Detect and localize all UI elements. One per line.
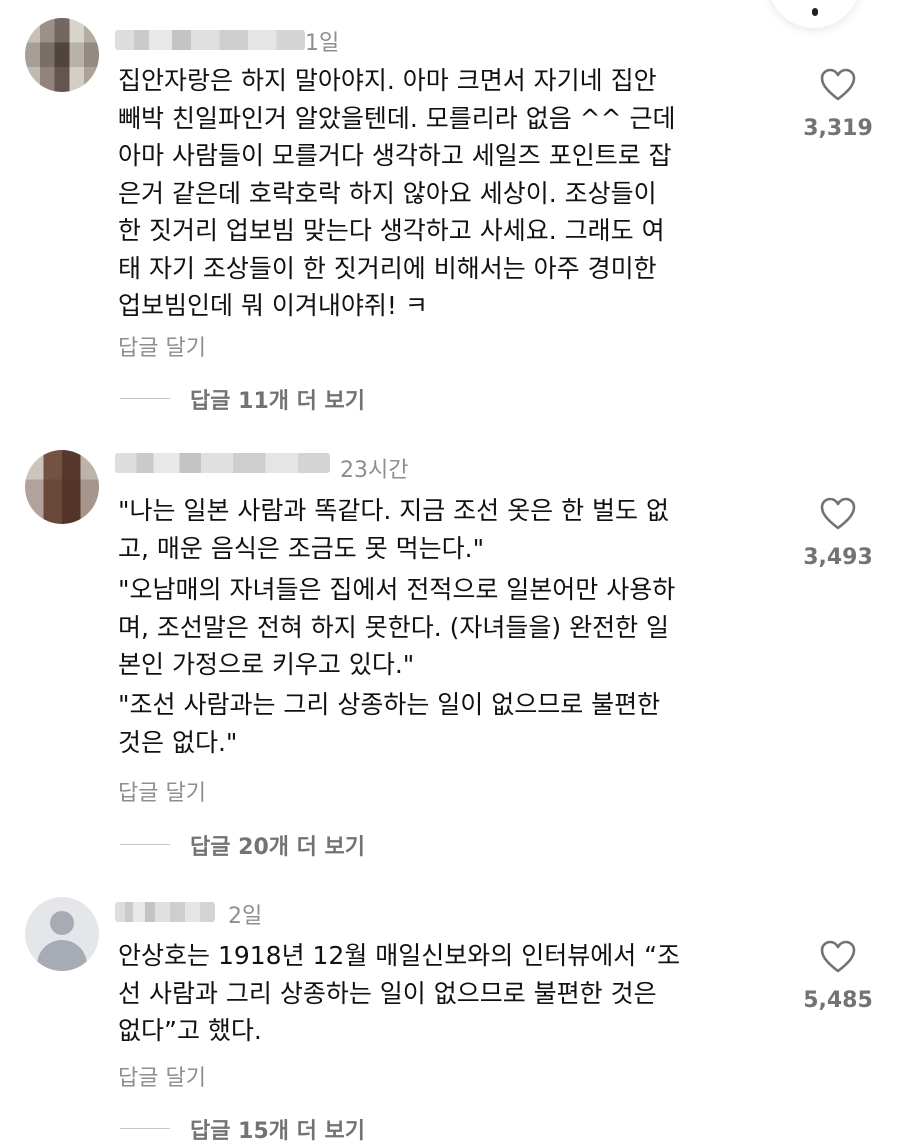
like-control: 3,493	[798, 497, 878, 570]
default-person-icon	[50, 911, 74, 935]
comment-timestamp: 1일	[305, 31, 340, 56]
heart-icon[interactable]	[820, 68, 856, 102]
like-count: 5,485	[803, 988, 873, 1013]
like-control: 5,485	[798, 940, 878, 1013]
divider-line	[120, 844, 170, 845]
username-redacted[interactable]	[115, 30, 305, 50]
avatar[interactable]	[25, 450, 99, 524]
heart-icon[interactable]	[820, 497, 856, 531]
divider-line	[120, 398, 170, 399]
view-replies-label: 답글 11개 더 보기	[190, 389, 366, 414]
reply-button[interactable]: 답글 달기	[118, 330, 206, 362]
comment-text: 안상호는 1918년 12월 매일신보와의 인터뷰에서 “조 선 사람과 그리 …	[118, 941, 681, 1045]
comment-paragraph: "나는 일본 사람과 똑같다. 지금 조선 옷은 한 벌도 없 고, 매운 음식…	[118, 496, 669, 563]
reply-button[interactable]: 답글 달기	[118, 775, 206, 807]
view-replies-label: 답글 15개 더 보기	[190, 1119, 366, 1144]
like-count: 3,319	[803, 116, 873, 141]
default-person-body	[37, 940, 87, 971]
reply-button[interactable]: 답글 달기	[118, 1060, 206, 1092]
view-replies-label: 답글 20개 더 보기	[190, 835, 366, 860]
like-count: 3,493	[803, 545, 873, 570]
username-redacted[interactable]	[115, 902, 215, 922]
floating-action-button[interactable]	[768, 0, 860, 28]
divider-line	[120, 1128, 170, 1129]
comment-timestamp: 23시간	[340, 458, 409, 483]
heart-icon[interactable]	[820, 940, 856, 974]
comment-paragraph: "오남매의 자녀들은 집에서 전적으로 일본어만 사용하 며, 조선말은 전혀 …	[118, 575, 676, 679]
comment-paragraph: "조선 사람과는 그리 상종하는 일이 없으므로 불편한 것은 없다."	[118, 690, 661, 757]
avatar[interactable]	[25, 18, 99, 92]
avatar[interactable]	[25, 897, 99, 971]
comment-text: 집안자랑은 하지 말아야지. 아마 크면서 자기네 집안 빼박 친일파인거 알았…	[118, 66, 676, 320]
fab-glyph-icon	[812, 8, 818, 16]
comment-timestamp: 2일	[228, 904, 263, 929]
like-control: 3,319	[798, 68, 878, 141]
username-redacted[interactable]	[115, 453, 330, 473]
